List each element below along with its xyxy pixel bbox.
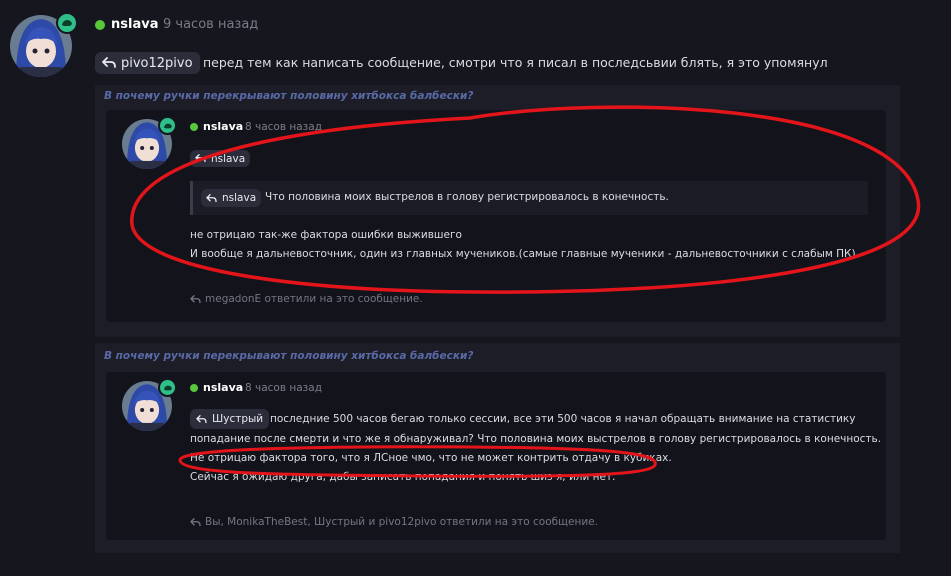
reply-arrow-icon [190,517,201,526]
online-indicator [95,20,105,30]
replies-summary[interactable]: megadonE ответили на это сообщение. [190,293,423,305]
message-line: Сейчас я ожидаю друга, дабы записать поп… [190,471,616,483]
reply-arrow-icon [190,294,201,303]
chat-window: { "main_message": { "username": "nslava"… [0,0,951,576]
timestamp: 9 часов назад [163,17,259,32]
username[interactable]: nslava [203,381,243,394]
status-badge-icon [158,378,177,397]
online-indicator [190,123,198,131]
status-badge-icon [56,12,78,34]
username[interactable]: nslava [111,17,158,32]
replies-summary[interactable]: Вы, MonikaTheBest, Шустрый и pivo12pivo … [190,516,598,528]
reply-arrow-icon [195,154,206,163]
reply-mention-label: Шустрый [212,413,264,425]
message-line: Не отрицаю фактора того, что я ЛСное чмо… [190,452,672,464]
reply-mention-chip[interactable]: pivo12pivo [95,52,200,74]
reply-mention-chip[interactable]: nslava [190,150,251,167]
context-link[interactable]: В почему ручки перекрывают половину хитб… [104,90,473,102]
username[interactable]: nslava [203,120,243,133]
online-indicator [190,384,198,392]
message-line: попадание после смерти и что же я обнару… [190,433,882,445]
reply-mention-label: nslava [211,152,246,165]
reply-arrow-icon [196,414,207,423]
timestamp: 8 часов назад [245,382,322,394]
quoted-text: Что половина моих выстрелов в голову рег… [265,191,669,203]
reply-mention-chip[interactable]: nslava [201,189,262,207]
message-line: И вообще я дальневосточник, один из глав… [190,248,856,260]
message-card [106,110,886,322]
replies-summary-text: megadonE ответили на это сообщение. [205,293,423,305]
timestamp: 8 часов назад [245,121,322,133]
reply-arrow-icon [206,193,217,202]
status-badge-icon [158,116,177,135]
replies-summary-text: Вы, MonikaTheBest, Шустрый и pivo12pivo … [205,516,598,528]
message-line: последние 500 часов бегаю только сессии,… [270,413,856,425]
message-text: перед тем как написать сообщение, смотри… [203,55,828,70]
message-line: не отрицаю так-же фактора ошибки выживше… [190,229,462,241]
reply-mention-label: pivo12pivo [121,55,193,71]
context-link[interactable]: В почему ручки перекрывают половину хитб… [104,350,473,362]
reply-arrow-icon [102,57,116,68]
reply-mention-chip[interactable]: Шустрый [190,409,270,429]
reply-mention-label: nslava [222,192,257,204]
